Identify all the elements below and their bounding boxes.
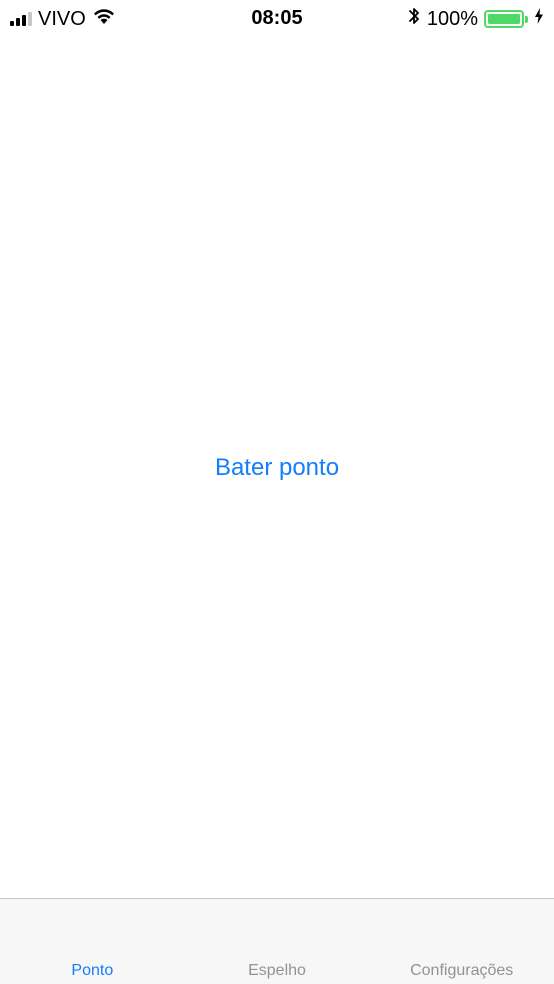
tab-ponto[interactable]: Ponto: [0, 899, 185, 984]
tab-bar: Ponto Espelho Configurações: [0, 898, 554, 984]
battery-fill: [488, 14, 520, 24]
battery-percent: 100%: [426, 7, 478, 30]
tab-espelho[interactable]: Espelho: [185, 899, 370, 984]
carrier-name: VIVO: [38, 7, 86, 30]
wifi-icon: [92, 7, 116, 31]
charging-bolt-icon: [534, 7, 544, 31]
bluetooth-icon: [407, 6, 421, 32]
tab-label: Ponto: [71, 962, 114, 979]
app-screen: VIVO 08:05 100% Bater ponto Ponto Espelh…: [0, 0, 554, 984]
tab-label: Espelho: [248, 962, 306, 979]
status-left: VIVO: [10, 7, 116, 31]
punch-clock-button-label: Bater ponto: [214, 454, 340, 481]
battery-icon: [484, 10, 528, 28]
battery-cap: [525, 15, 528, 23]
punch-clock-button[interactable]: Bater ponto: [0, 448, 554, 488]
main-content: Bater ponto: [0, 38, 554, 898]
cellular-signal-icon: [10, 12, 32, 26]
status-right: 100%: [407, 6, 544, 32]
battery-body: [484, 10, 524, 28]
tab-configuracoes[interactable]: Configurações: [369, 899, 554, 984]
status-bar: VIVO 08:05 100%: [0, 0, 554, 38]
tab-label: Configurações: [410, 962, 514, 979]
